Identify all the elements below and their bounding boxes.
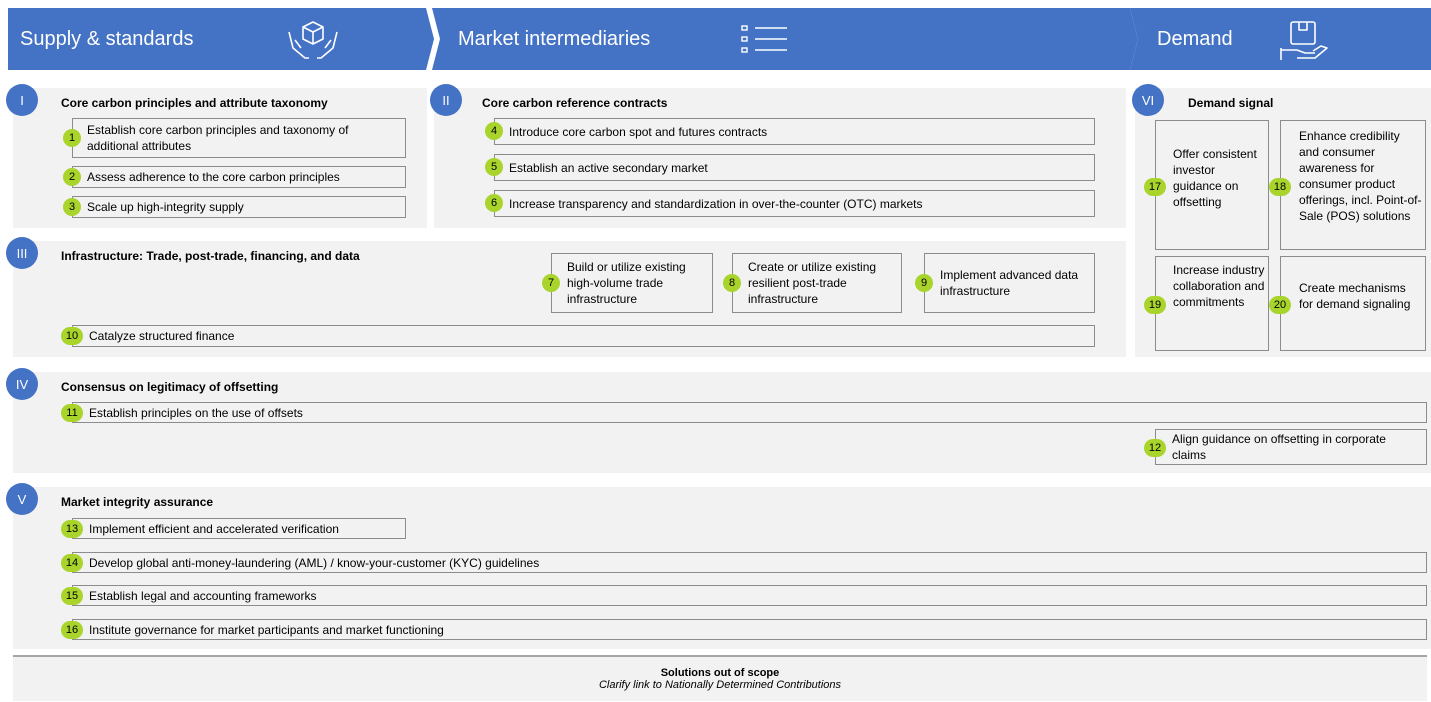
item-16-number: 16: [61, 621, 83, 639]
item-6-text: Increase transparency and standardizatio…: [509, 197, 923, 211]
item-10-text: Catalyze structured finance: [89, 329, 235, 343]
item-15-number: 15: [61, 587, 83, 605]
panel-iv-title: Consensus on legitimacy of offsetting: [61, 380, 279, 394]
item-10-number: 10: [61, 327, 83, 345]
demand-header: Demand: [1130, 8, 1431, 70]
panel-ii-title: Core carbon reference contracts: [482, 96, 668, 110]
item-17-number: 17: [1144, 178, 1166, 196]
item-13-number: 13: [61, 520, 83, 538]
solutions-out-of-scope: Solutions out of scope Clarify link to N…: [13, 655, 1427, 701]
item-19-number: 19: [1144, 296, 1166, 314]
item-18-number: 18: [1269, 178, 1291, 196]
item-5-number: 5: [485, 158, 503, 176]
roman-iv-badge: IV: [6, 368, 38, 400]
panel-iii-title: Infrastructure: Trade, post-trade, finan…: [61, 249, 360, 263]
item-3-number: 3: [63, 198, 81, 216]
item-15-text: Establish legal and accounting framework…: [89, 589, 317, 603]
item-2-number: 2: [63, 168, 81, 186]
item-20-text: Create mechanisms for demand signaling: [1299, 281, 1411, 311]
item-16-text: Institute governance for market particip…: [89, 623, 444, 637]
item-5-text: Establish an active secondary market: [509, 161, 708, 175]
demand-label: Demand: [1157, 28, 1233, 50]
item-1-text: Establish core carbon principles and tax…: [87, 123, 349, 153]
item-4-text: Introduce core carbon spot and futures c…: [509, 125, 768, 139]
panel-i-title: Core carbon principles and attribute tax…: [61, 96, 328, 110]
hand-package-icon: [1280, 21, 1328, 60]
item-8-text: Create or utilize existing resilient pos…: [748, 260, 877, 306]
item-7-number: 7: [542, 274, 560, 292]
panel-vi-title: Demand signal: [1188, 96, 1274, 110]
item-8-number: 8: [723, 274, 741, 292]
footer-subtitle: Clarify link to Nationally Determined Co…: [598, 679, 842, 691]
item-14-number: 14: [61, 554, 83, 572]
footer-title: Solutions out of scope: [660, 667, 780, 679]
item-7-text: Build or utilize existing high-volume tr…: [567, 260, 686, 306]
item-9-text: Implement advanced data infrastructure: [940, 268, 1079, 298]
supply-standards-header: Supply & standards: [8, 8, 434, 70]
roman-v-badge: V: [6, 483, 38, 515]
item-18-text: Enhance credibility and consumer awarene…: [1299, 129, 1422, 223]
roman-vi-badge: VI: [1132, 84, 1164, 116]
roman-iii-badge: III: [6, 237, 38, 269]
roman-i-badge: I: [6, 84, 38, 116]
item-4-number: 4: [485, 122, 503, 140]
list-icon: [741, 25, 787, 53]
item-14-text: Develop global anti-money-laundering (AM…: [89, 556, 540, 570]
item-11-number: 11: [61, 404, 83, 422]
market-intermediaries-label: Market intermediaries: [458, 28, 651, 50]
item-13-text: Implement efficient and accelerated veri…: [89, 522, 339, 536]
item-11-text: Establish principles on the use of offse…: [89, 406, 303, 420]
item-12-text: Align guidance on offsetting in corporat…: [1172, 432, 1386, 462]
item-6-number: 6: [485, 194, 503, 212]
item-12-number: 12: [1144, 439, 1166, 457]
item-9-number: 9: [915, 274, 933, 292]
item-2-text: Assess adherence to the core carbon prin…: [87, 170, 340, 184]
item-1-number: 1: [63, 129, 81, 147]
hand-box-icon: [288, 21, 338, 59]
panel-v-title: Market integrity assurance: [61, 495, 214, 509]
item-17-text: Offer consistent investor guidance on of…: [1173, 147, 1257, 209]
roman-ii-badge: II: [430, 84, 462, 116]
item-3-text: Scale up high-integrity supply: [87, 200, 244, 214]
market-intermediaries-header: Market intermediaries: [432, 8, 1138, 70]
item-20-number: 20: [1269, 296, 1291, 314]
item-19-text: Increase industry collaboration and comm…: [1173, 263, 1265, 309]
supply-standards-label: Supply & standards: [20, 28, 194, 50]
